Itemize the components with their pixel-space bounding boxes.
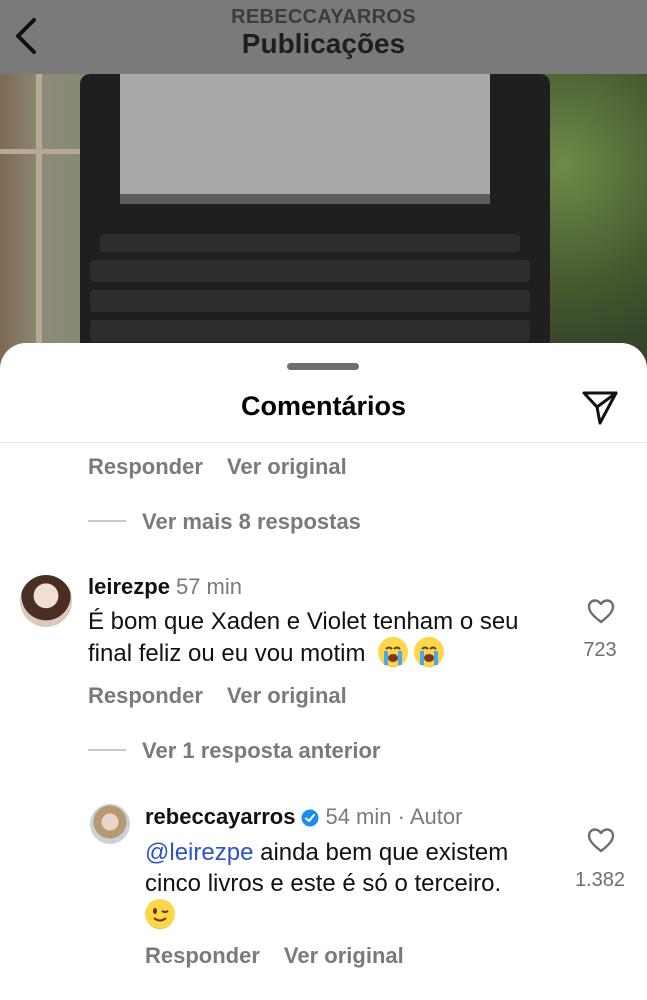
reply-button[interactable]: Responder bbox=[88, 454, 203, 479]
top-bar: REBECCAYARROS Publicações bbox=[0, 0, 647, 74]
comment-header: rebeccayarros 54 min · Autor bbox=[145, 804, 462, 830]
username[interactable]: leirezpe bbox=[88, 574, 170, 599]
winking-face-icon bbox=[145, 899, 175, 929]
reply-button[interactable]: Responder bbox=[145, 943, 260, 968]
account-name: REBECCAYARROS bbox=[231, 6, 416, 28]
see-original-button[interactable]: Ver original bbox=[227, 454, 347, 479]
divider bbox=[0, 442, 647, 443]
heart-icon[interactable] bbox=[586, 596, 616, 626]
thread-line bbox=[88, 749, 126, 751]
comment-actions: Responder Ver original bbox=[145, 943, 428, 969]
comment-actions: Responder Ver original bbox=[88, 454, 371, 480]
view-more-replies-button[interactable]: Ver mais 8 respostas bbox=[142, 509, 361, 535]
comment-actions: Responder Ver original bbox=[88, 683, 371, 709]
like-count: 723 bbox=[583, 639, 617, 661]
loudly-crying-face-icon bbox=[414, 637, 445, 667]
see-original-button[interactable]: Ver original bbox=[284, 943, 404, 968]
username[interactable]: rebeccayarros bbox=[145, 804, 295, 829]
heart-icon[interactable] bbox=[586, 825, 616, 855]
mention-link[interactable]: @leirezpe bbox=[145, 839, 253, 866]
post-backdrop: REBECCAYARROS Publicações bbox=[0, 0, 647, 380]
comments-sheet: Comentários Responder Ver original Ver ma… bbox=[0, 343, 647, 1000]
timestamp: 54 min · Autor bbox=[325, 804, 463, 829]
page-title: Publicações bbox=[241, 28, 406, 59]
comment-text: É bom que Xaden e Violet tenham o seu fi… bbox=[88, 606, 548, 669]
avatar[interactable] bbox=[90, 804, 130, 844]
view-previous-reply-button[interactable]: Ver 1 resposta anterior bbox=[142, 738, 380, 764]
reply-button[interactable]: Responder bbox=[88, 683, 203, 708]
verified-badge-icon bbox=[301, 807, 319, 827]
see-original-button[interactable]: Ver original bbox=[227, 683, 347, 708]
comment-text: @leirezpe ainda bem que existem cinco li… bbox=[145, 837, 560, 931]
post-image bbox=[0, 74, 647, 380]
send-icon[interactable] bbox=[580, 387, 620, 427]
laptop-screen bbox=[120, 74, 490, 202]
thread-line bbox=[88, 520, 126, 522]
drag-handle[interactable] bbox=[287, 363, 359, 370]
timestamp: 57 min bbox=[175, 574, 242, 599]
sheet-title: Comentários bbox=[240, 391, 407, 421]
comment-body: É bom que Xaden e Violet tenham o seu fi… bbox=[88, 608, 519, 667]
like-count: 1.382 bbox=[574, 869, 626, 891]
loudly-crying-face-icon bbox=[378, 637, 409, 667]
avatar[interactable] bbox=[20, 575, 72, 627]
comment-header: leirezpe 57 min bbox=[88, 574, 242, 600]
